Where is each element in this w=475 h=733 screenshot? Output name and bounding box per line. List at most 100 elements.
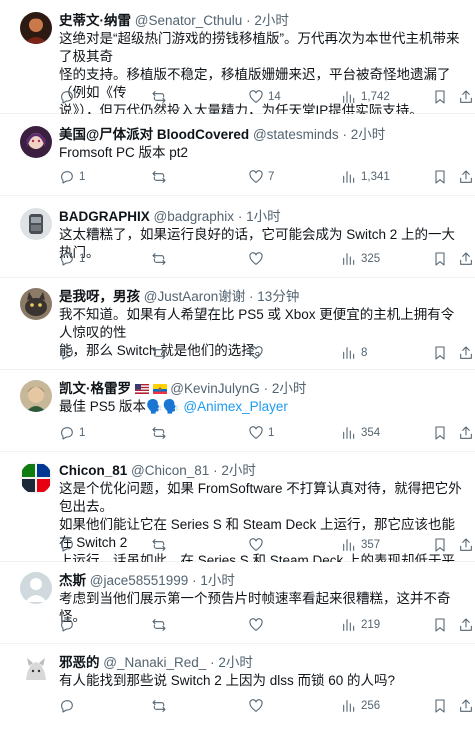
tweet[interactable]: BADGRAPHIX @badgraphix · 1小时 这太糟糕了，如果运行良…	[0, 196, 475, 278]
timestamp[interactable]: 2小时	[351, 127, 386, 142]
views-button[interactable]: 256	[341, 696, 380, 716]
separator-dot: ·	[246, 13, 251, 28]
reply-icon	[61, 539, 73, 552]
avatar[interactable]	[20, 572, 52, 604]
heart-icon	[249, 90, 263, 103]
avatar[interactable]	[20, 126, 52, 158]
display-name[interactable]: 杰斯	[59, 573, 86, 588]
like-count: 1	[268, 427, 275, 439]
like-button[interactable]: 1	[248, 423, 274, 443]
bookmark-button[interactable]	[432, 535, 448, 555]
user-handle[interactable]: @KevinJulynG	[170, 381, 260, 396]
timestamp[interactable]: 2小时	[272, 381, 307, 396]
like-button[interactable]	[248, 535, 268, 555]
display-name[interactable]: Chicon_81	[59, 463, 127, 478]
tweet[interactable]: 美国@尸体派对 BloodCovered @statesminds · 2小时 …	[0, 114, 475, 196]
share-button[interactable]	[458, 535, 474, 555]
separator-dot: ·	[213, 463, 218, 478]
bookmark-button[interactable]	[432, 615, 448, 635]
share-button[interactable]	[458, 249, 474, 269]
views-button[interactable]: 1,742	[341, 87, 390, 107]
reply-button[interactable]	[59, 87, 79, 107]
reply-button[interactable]	[59, 343, 79, 363]
bookmark-icon	[435, 699, 445, 713]
like-button[interactable]	[248, 249, 268, 269]
tweet[interactable]: 史蒂文·纳雷 @Senator_Cthulu · 2小时 这绝对是“超级热门游戏…	[0, 0, 475, 118]
retweet-button[interactable]	[151, 696, 171, 716]
display-name[interactable]: 凯文·格雷罗	[59, 381, 131, 396]
views-button[interactable]: 219	[341, 615, 380, 635]
share-icon	[460, 426, 472, 439]
display-name[interactable]: 邪恶的	[59, 655, 100, 670]
user-handle[interactable]: @Chicon_81	[131, 463, 209, 478]
user-handle[interactable]: @_Nanaki_Red_	[103, 655, 206, 670]
retweet-button[interactable]	[151, 167, 171, 187]
reply-button[interactable]: 1	[59, 423, 85, 443]
tweet[interactable]: 是我呀，男孩 @JustAaron谢谢 · 13分钟 我不知道。如果有人希望在比…	[0, 278, 475, 370]
timestamp[interactable]: 2小时	[221, 463, 256, 478]
timestamp[interactable]: 1小时	[246, 209, 281, 224]
avatar[interactable]	[20, 380, 52, 412]
avatar[interactable]	[20, 654, 52, 686]
timestamp[interactable]: 13分钟	[257, 289, 299, 304]
views-button[interactable]: 325	[341, 249, 380, 269]
timestamp[interactable]: 2小时	[218, 655, 253, 670]
tweet[interactable]: Chicon_81 @Chicon_81 · 2小时 这是个优化问题，如果 Fr…	[0, 452, 475, 586]
heart-icon	[249, 699, 263, 712]
like-button[interactable]	[248, 615, 268, 635]
view-count: 256	[361, 700, 381, 712]
views-button[interactable]: 8	[341, 343, 367, 363]
reply-button[interactable]: 1	[59, 167, 85, 187]
retweet-button[interactable]	[151, 615, 171, 635]
user-handle[interactable]: @statesminds	[253, 127, 339, 142]
avatar[interactable]	[20, 12, 52, 44]
tweet[interactable]: 杰斯 @jace58551999 · 1小时 考虑到当他们展示第一个预告片时帧速…	[0, 562, 475, 644]
views-button[interactable]: 1,341	[341, 167, 390, 187]
display-name[interactable]: 美国@尸体派对 BloodCovered	[59, 127, 249, 142]
display-name[interactable]: 史蒂文·纳雷	[59, 13, 131, 28]
avatar[interactable]	[20, 288, 52, 320]
share-button[interactable]	[458, 87, 474, 107]
reply-icon	[61, 171, 73, 184]
retweet-button[interactable]	[151, 343, 171, 363]
like-button[interactable]: 7	[248, 167, 274, 187]
bookmark-button[interactable]	[432, 87, 448, 107]
bookmark-button[interactable]	[432, 343, 448, 363]
user-handle[interactable]: @Senator_Cthulu	[135, 13, 243, 28]
reply-button[interactable]	[59, 535, 79, 555]
bookmark-button[interactable]	[432, 249, 448, 269]
share-button[interactable]	[458, 167, 474, 187]
timestamp[interactable]: 1小时	[200, 573, 235, 588]
views-button[interactable]: 354	[341, 423, 380, 443]
display-name[interactable]: 是我呀，男孩	[59, 289, 140, 304]
reply-button[interactable]	[59, 615, 79, 635]
avatar[interactable]	[20, 462, 52, 494]
avatar[interactable]	[20, 208, 52, 240]
retweet-button[interactable]	[151, 87, 171, 107]
retweet-icon	[152, 539, 166, 551]
share-button[interactable]	[458, 696, 474, 716]
bookmark-button[interactable]	[432, 696, 448, 716]
reply-button[interactable]: 1	[59, 249, 85, 269]
tweet[interactable]: 凯文·格雷罗 @KevinJulynG · 2小时 最佳 PS5 版本🗣️🗣️ …	[0, 370, 475, 452]
tweet[interactable]: 邪恶的 @_Nanaki_Red_ · 2小时 有人能找到那些说 Switch …	[0, 644, 475, 733]
bookmark-button[interactable]	[432, 423, 448, 443]
retweet-button[interactable]	[151, 423, 171, 443]
share-button[interactable]	[458, 343, 474, 363]
reply-button[interactable]	[59, 696, 79, 716]
share-button[interactable]	[458, 615, 474, 635]
timestamp[interactable]: 2小时	[254, 13, 289, 28]
user-handle[interactable]: @JustAaron谢谢	[144, 289, 246, 304]
display-name[interactable]: BADGRAPHIX	[59, 209, 150, 224]
user-handle[interactable]: @jace58551999	[90, 573, 189, 588]
bookmark-button[interactable]	[432, 167, 448, 187]
share-button[interactable]	[458, 423, 474, 443]
like-button[interactable]	[248, 343, 268, 363]
views-button[interactable]: 357	[341, 535, 380, 555]
user-handle[interactable]: @badgraphix	[154, 209, 235, 224]
retweet-button[interactable]	[151, 249, 171, 269]
like-button[interactable]: 14	[248, 87, 281, 107]
mention-link[interactable]: @Animex_Player	[183, 399, 288, 414]
like-button[interactable]	[248, 696, 268, 716]
retweet-button[interactable]	[151, 535, 171, 555]
